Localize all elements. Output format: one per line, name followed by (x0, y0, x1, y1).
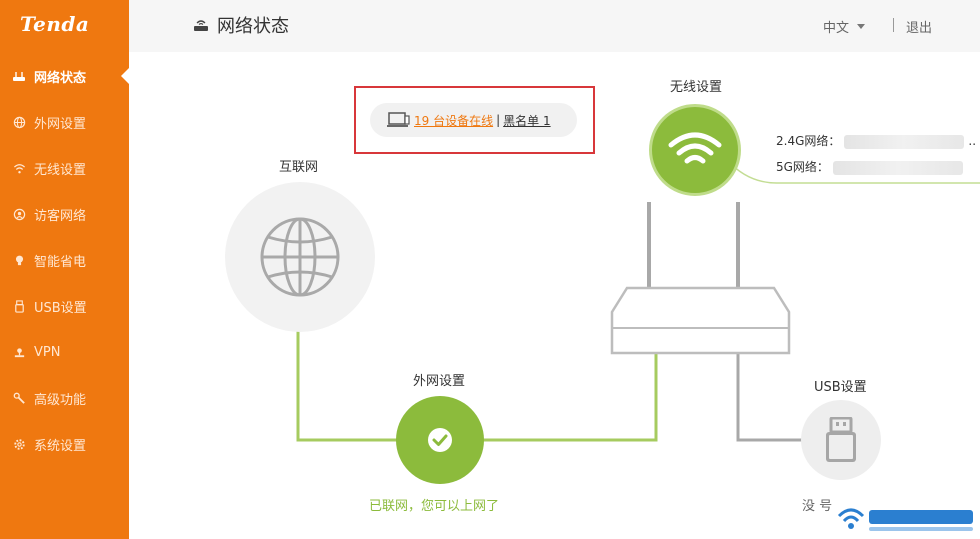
sidebar-item-vpn[interactable]: VPN (0, 332, 129, 372)
wifi-5g-info: 5G网络： (776, 158, 963, 175)
sidebar-item-wan[interactable]: 外网设置 (0, 102, 129, 142)
usb-label: USB设置 (814, 380, 867, 395)
logout-link[interactable]: 退出 (906, 17, 932, 36)
chevron-down-icon (857, 24, 866, 29)
router-admin-app: Tenda 网络状态 外网设置 无线设置 访客网络 智能省电 USB设置 VPN… (0, 0, 980, 539)
language-select[interactable]: 中文 (823, 17, 866, 36)
sidebar-item-label: VPN (34, 344, 61, 360)
internet-node[interactable] (225, 182, 375, 332)
wifi-icon (668, 132, 722, 164)
check-circle-icon (428, 428, 452, 452)
sidebar-item-guest[interactable]: 访客网络 (0, 194, 129, 234)
wan-node[interactable] (396, 396, 484, 484)
wifi-24g-label: 2.4G网络： (776, 134, 841, 148)
bulb-icon (12, 253, 26, 267)
sidebar-item-label: 系统设置 (34, 438, 87, 454)
wan-label: 外网设置 (413, 374, 466, 389)
sidebar-item-wireless[interactable]: 无线设置 (0, 148, 129, 188)
router-icon (194, 20, 208, 31)
wifi-24g-ellipsis: .. (968, 134, 977, 148)
sidebar-item-label: 外网设置 (34, 116, 87, 132)
wifi-5g-label: 5G网络： (776, 160, 829, 174)
gear-icon (12, 437, 26, 451)
usb-node[interactable] (801, 400, 881, 480)
wifi-24g-info: 2.4G网络：.. (776, 132, 976, 149)
language-label: 中文 (823, 21, 850, 36)
page-title-text: 网络状态 (217, 16, 289, 37)
vpn-icon (12, 345, 26, 359)
router-icon (12, 69, 26, 83)
usb-icon (12, 299, 26, 313)
active-indicator (121, 68, 129, 84)
wifi-24g-ssid-blurred (844, 134, 965, 149)
internet-label: 互联网 (279, 160, 319, 175)
network-status-panel: 互联网 19 台设备在线 | 黑名单 1 无线设置 2.4G网络： .. 5G网… (129, 52, 980, 539)
usb-drive-icon (826, 417, 856, 462)
wifi-5g-ssid-blurred (832, 160, 963, 175)
sidebar-item-advanced[interactable]: 高级功能 (0, 378, 129, 418)
online-devices-link[interactable]: 19 台设备在线 (414, 112, 493, 129)
brand-logo: Tenda (20, 12, 90, 36)
pill-divider: | (496, 113, 501, 127)
header-divider (893, 18, 894, 32)
wireless-node[interactable] (649, 104, 741, 196)
sidebar-item-label: 无线设置 (34, 162, 87, 178)
connection-status: 已联网，您可以上网了 (369, 499, 500, 514)
sidebar-item-network-status[interactable]: 网络状态 (0, 56, 129, 96)
sidebar-item-power-saving[interactable]: 智能省电 (0, 240, 129, 280)
wireless-label: 无线设置 (670, 80, 723, 95)
globe-icon (260, 217, 340, 297)
sidebar-item-label: 网络状态 (34, 70, 87, 86)
sidebar: Tenda 网络状态 外网设置 无线设置 访客网络 智能省电 USB设置 VPN… (0, 0, 129, 539)
sidebar-item-system[interactable]: 系统设置 (0, 424, 129, 464)
sidebar-item-label: 高级功能 (34, 392, 87, 408)
top-header: 网络状态 中文 退出 (129, 0, 980, 52)
sidebar-item-label: 访客网络 (34, 208, 87, 224)
laptop-icon (387, 112, 410, 127)
site-watermark-logo (833, 502, 980, 536)
wifi-icon (12, 161, 26, 175)
online-devices-pill: 19 台设备在线 | 黑名单 1 (370, 103, 577, 137)
blacklist-link[interactable]: 黑名单 1 (503, 112, 550, 129)
guest-icon (12, 207, 26, 221)
page-title: 网络状态 (193, 12, 289, 38)
sidebar-item-label: USB设置 (34, 300, 87, 316)
sidebar-item-usb[interactable]: USB设置 (0, 286, 129, 326)
usb-status: 没 号 (802, 499, 833, 514)
sidebar-item-label: 智能省电 (34, 254, 87, 270)
globe-icon (12, 115, 26, 129)
wrench-icon (12, 391, 26, 405)
